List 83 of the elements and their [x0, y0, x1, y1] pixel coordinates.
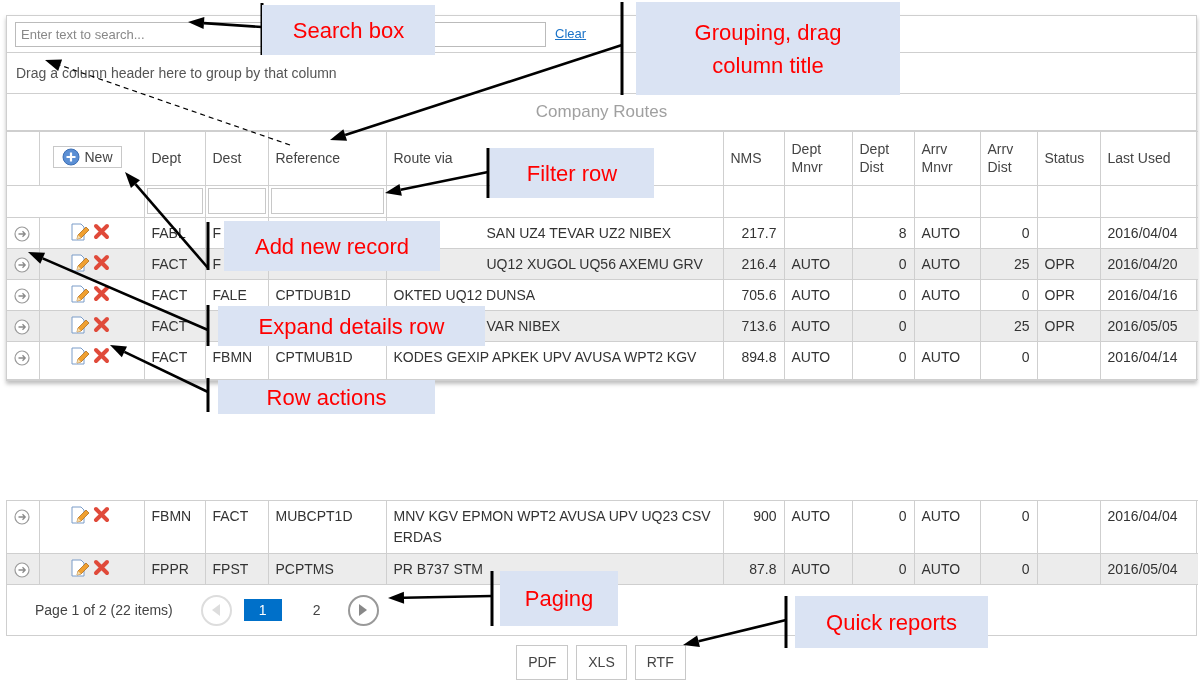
column-header[interactable]: Dept Dist: [852, 131, 914, 186]
table-cell: 0: [980, 341, 1037, 380]
table-cell: 25: [980, 310, 1037, 342]
table-cell: 894.8: [723, 341, 784, 380]
table-cell: 2016/04/04: [1100, 500, 1198, 554]
table-cell: FPST: [205, 553, 268, 585]
table-cell: 0: [980, 279, 1037, 311]
table-cell: 0: [852, 341, 914, 380]
table-cell: AUTO: [914, 248, 980, 280]
column-header[interactable]: NMS: [723, 131, 784, 186]
new-button[interactable]: New: [52, 146, 122, 169]
table-cell: FBMN: [144, 500, 205, 554]
table-cell: AUTO: [914, 217, 980, 249]
delete-icon[interactable]: [92, 285, 110, 302]
table-cell: 705.6: [723, 279, 784, 311]
table-cell: 0: [852, 279, 914, 311]
table-cell: PCPTMS: [268, 553, 386, 585]
next-page-button[interactable]: [347, 594, 379, 626]
table-cell: MNV KGV EPMON WPT2 AVUSA UPV UQ23 CSV ERDAS: [386, 500, 723, 554]
table-cell: AUTO: [914, 341, 980, 380]
table-cell: AUTO: [784, 553, 852, 585]
pager-summary: Page 1 of 2 (22 items): [35, 600, 173, 620]
callout-label: Row actions: [218, 380, 435, 414]
table-cell: 8: [852, 217, 914, 249]
callout-label: Paging: [500, 571, 618, 626]
table-cell: OPR: [1037, 310, 1100, 342]
clear-link[interactable]: Clear: [555, 24, 587, 44]
table-cell: 0: [980, 553, 1037, 585]
table-cell: MUBCPT1D: [268, 500, 386, 554]
callout-label: Filter row: [490, 148, 654, 198]
page-button[interactable]: 1: [243, 599, 282, 621]
right-triangle-icon: [359, 604, 368, 616]
table-cell: FACT: [144, 279, 205, 311]
table-cell: FPPR: [144, 553, 205, 585]
table-cell: 0: [852, 500, 914, 554]
filter-field[interactable]: [270, 188, 384, 214]
table-cell: AUTO: [784, 310, 852, 342]
table-cell: AUTO: [914, 279, 980, 311]
callout-label: Quick reports: [795, 596, 988, 648]
table-cell: AUTO: [784, 279, 852, 311]
table-cell: 2016/05/05: [1100, 310, 1198, 342]
table-cell: 0: [852, 248, 914, 280]
table-cell: 2016/04/20: [1100, 248, 1198, 280]
table-cell: AUTO: [784, 341, 852, 380]
plus-circle-icon: [61, 148, 80, 167]
filter-field[interactable]: [207, 188, 266, 214]
table-cell: FACT: [144, 341, 205, 380]
column-header[interactable]: Status: [1037, 131, 1100, 186]
column-header[interactable]: Dept Mnvr: [784, 131, 852, 186]
table-cell: AUTO: [914, 500, 980, 554]
left-triangle-icon: [212, 604, 221, 616]
export-button[interactable]: RTF: [634, 645, 686, 680]
table-cell: 713.6: [723, 310, 784, 342]
table-cell: 217.7: [723, 217, 784, 249]
filter-field[interactable]: [146, 188, 203, 214]
table-cell: 900: [723, 500, 784, 554]
column-header[interactable]: Last Used: [1100, 131, 1198, 186]
callout-label: Add new record: [224, 221, 440, 271]
table-cell: 0: [852, 310, 914, 342]
export-button[interactable]: XLS: [576, 645, 627, 680]
column-header[interactable]: Arrv Dist: [980, 131, 1037, 186]
callout-label: Expand details row: [218, 306, 485, 346]
edit-icon[interactable]: [69, 254, 89, 273]
callout-label: Search box: [262, 5, 435, 55]
table-cell: 0: [852, 553, 914, 585]
table-cell: AUTO: [784, 500, 852, 554]
table-cell: 216.4: [723, 248, 784, 280]
table-cell: 0: [980, 500, 1037, 554]
column-header[interactable]: Arrv Mnvr: [914, 131, 980, 186]
table-cell: AUTO: [784, 248, 852, 280]
table-cell: 25: [980, 248, 1037, 280]
table-cell: OPR: [1037, 248, 1100, 280]
column-header[interactable]: Dept: [144, 131, 205, 186]
table-cell: AUTO: [914, 553, 980, 585]
column-header[interactable]: Dest: [205, 131, 268, 186]
table-cell: 2016/05/04: [1100, 553, 1198, 585]
table-cell: 0: [980, 217, 1037, 249]
callout-label: Grouping, drag column title: [636, 2, 900, 95]
page-button[interactable]: 2: [297, 599, 336, 621]
export-button[interactable]: PDF: [516, 645, 569, 680]
table-cell: FACT: [205, 500, 268, 554]
table-cell: 87.8: [723, 553, 784, 585]
table-cell: OPR: [1037, 279, 1100, 311]
